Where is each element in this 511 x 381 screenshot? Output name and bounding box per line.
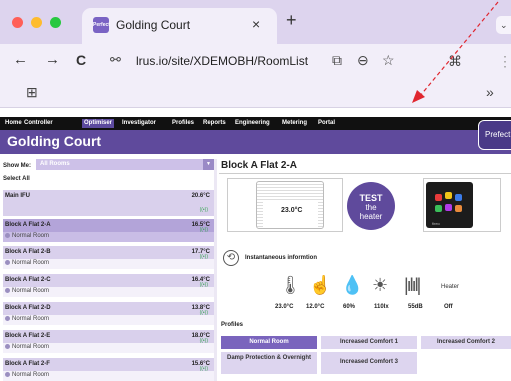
room-row[interactable]: Block A Flat 2-D 13.8°C ((•)) Normal Roo… [3, 302, 214, 325]
profile-icon [5, 233, 10, 238]
apps-grid-icon[interactable]: ⊞ [26, 84, 38, 101]
url-text: lrus.io/site/XDEMOBH/RoomList [136, 54, 309, 68]
nav-controller[interactable]: Controller [24, 119, 53, 128]
light-icon: ☀ [372, 275, 389, 295]
nav-portal[interactable]: Portal [318, 119, 335, 128]
room-profile: Normal Room [5, 316, 49, 322]
humidity-icon: 💧 [341, 275, 364, 295]
room-row[interactable]: Block A Flat 2-B 17.7°C ((•)) Normal Roo… [3, 246, 214, 269]
nav-profiles[interactable]: Profiles [172, 119, 194, 128]
room-profile: Normal Room [5, 233, 49, 239]
profile-button-increased-comfort-1[interactable]: Increased Comfort 1 [321, 336, 417, 349]
test-heater-button[interactable]: TEST the heater [347, 182, 395, 230]
sensor-value: 55dB [408, 304, 423, 310]
nav-engineering[interactable]: Engineering [235, 119, 270, 128]
nav-home[interactable]: Home [5, 119, 22, 128]
profile-button-normal-room[interactable]: Normal Room [221, 336, 317, 349]
room-row[interactable]: Block A Flat 2-F 15.6°C ((•)) Normal Roo… [3, 358, 214, 381]
heater-card: 23.0°C [227, 178, 343, 232]
heater-label: Heater [441, 284, 460, 290]
sensor-value: 60% [343, 304, 356, 310]
bookmarks-bar: ⊞ » [0, 78, 511, 108]
refresh-icon[interactable]: ⟲ [223, 250, 239, 266]
room-profile: Normal Room [5, 288, 49, 294]
tab-title: Golding Court [116, 18, 191, 32]
profile-icon [5, 372, 10, 377]
controller-screen-icon: fireo [426, 182, 473, 228]
sensor-value: 23.0°C [275, 304, 294, 310]
favicon-icon: Perfect [93, 17, 110, 33]
browser-toolbar: ← → C ⚯ lrus.io/site/XDEMOBH/RoomList ⧉ … [0, 44, 511, 78]
profile-button-increased-comfort-2[interactable]: Increased Comfort 2 [421, 336, 511, 349]
back-icon[interactable]: ← [13, 52, 28, 68]
show-me-label: Show Me: [3, 163, 31, 169]
room-row[interactable]: Main IFU 20.6°C ((•)) [3, 190, 214, 216]
sound-icon: |ılıl| [404, 275, 421, 295]
sidebar-scrollbar[interactable] [214, 159, 217, 381]
info-title: Instantaneous informtion [245, 255, 317, 261]
chevron-down-icon: ▼ [203, 159, 214, 170]
show-me-select[interactable]: All Rooms ▼ [36, 159, 214, 170]
room-profile: Normal Room [5, 344, 49, 350]
menu-icon[interactable]: ⋮ [498, 53, 511, 70]
browser-tab[interactable]: Perfect Golding Court × [82, 8, 277, 44]
address-bar[interactable]: ⚯ lrus.io/site/XDEMOBH/RoomList ⧉ ⊖ ☆ [106, 49, 426, 73]
sensor-value: 12.0°C [306, 304, 325, 310]
bookmark-star-icon[interactable]: ☆ [382, 52, 395, 69]
profiles-label: Profiles [221, 322, 244, 328]
close-window-button[interactable] [12, 17, 23, 28]
zoom-icon[interactable]: ⊖ [357, 52, 369, 69]
minimize-window-button[interactable] [31, 17, 42, 28]
site-info-icon[interactable]: ⚯ [110, 52, 121, 68]
new-tab-icon[interactable]: + [286, 11, 297, 29]
touch-icon: ☝ [309, 275, 332, 295]
thermometer-icon: 🌡 [279, 275, 302, 295]
extensions-icon[interactable]: ⌘ [448, 53, 462, 70]
forward-icon[interactable]: → [45, 52, 60, 68]
profile-icon [5, 260, 10, 265]
profile-button-increased-comfort-3[interactable]: Increased Comfort 3 [321, 352, 417, 374]
room-profile: Normal Room [5, 372, 49, 378]
sensor-value: 110lx [374, 304, 389, 310]
room-title: Block A Flat 2-A [221, 160, 297, 171]
page-title: Golding Court [7, 133, 102, 149]
brand-logo: Prefect [478, 120, 511, 150]
reload-icon[interactable]: C [76, 52, 86, 68]
divider [219, 173, 511, 174]
profile-icon [5, 316, 10, 321]
room-row[interactable]: Block A Flat 2-E 18.0°C ((•)) Normal Roo… [3, 330, 214, 353]
signal-icon: ((•)) [199, 207, 208, 213]
heater-state: Off [444, 304, 453, 310]
controller-device-card: fireo [423, 178, 501, 232]
profile-icon [5, 288, 10, 293]
nav-metering[interactable]: Metering [282, 119, 307, 128]
nav-optimiser[interactable]: Optimiser [82, 119, 115, 128]
install-app-icon[interactable]: ⧉ [332, 52, 342, 69]
app-nav-bar: Home Controller Optimiser Investigator P… [0, 117, 511, 130]
maximize-window-button[interactable] [50, 17, 61, 28]
tab-strip: Perfect Golding Court × + ⌄ [0, 0, 511, 44]
profile-icon [5, 344, 10, 349]
tab-search-icon[interactable]: ⌄ [496, 16, 511, 34]
close-tab-icon[interactable]: × [252, 16, 260, 32]
room-profile: Normal Room [5, 260, 49, 266]
nav-investigator[interactable]: Investigator [122, 119, 156, 128]
heater-icon [256, 181, 324, 229]
nav-reports[interactable]: Reports [203, 119, 226, 128]
heater-temp: 23.0°C [281, 207, 303, 214]
site-title-bar: Golding Court [0, 130, 511, 154]
more-bookmarks-icon[interactable]: » [486, 84, 494, 100]
room-row[interactable]: Block A Flat 2-C 16.4°C ((•)) Normal Roo… [3, 274, 214, 297]
select-all-link[interactable]: Select All [3, 176, 30, 182]
room-row[interactable]: Block A Flat 2-A 16.5°C ((•)) Normal Roo… [3, 219, 214, 242]
profile-button-damp-protection[interactable]: Damp Protection & Overnight [221, 352, 317, 374]
